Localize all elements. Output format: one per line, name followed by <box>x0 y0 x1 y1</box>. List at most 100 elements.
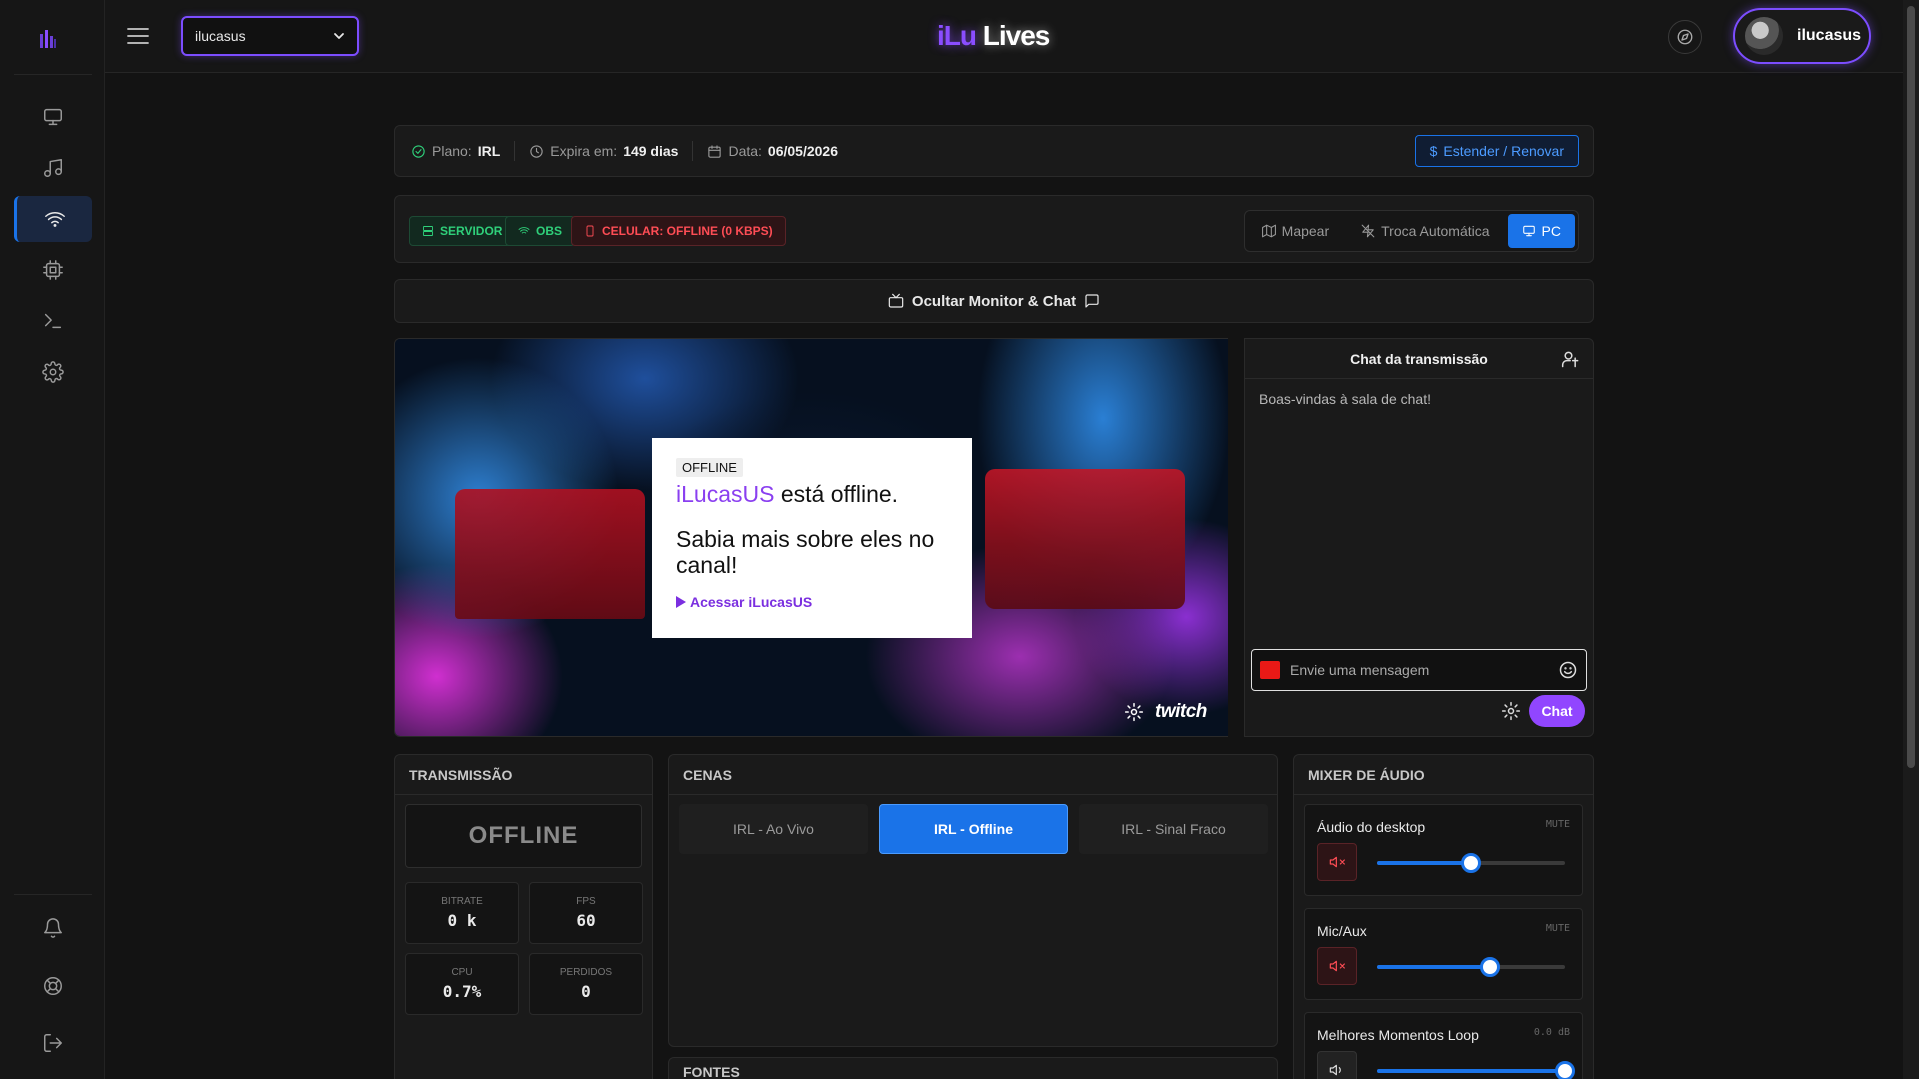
expires-item: Expira em: 149 dias <box>529 143 678 159</box>
sidebar-item-logout[interactable] <box>14 1020 92 1066</box>
terminal-icon <box>44 313 62 329</box>
wifi-icon <box>44 212 65 227</box>
mode-button-auto-switch[interactable]: Troca Automática <box>1347 214 1503 248</box>
sidebar-item-settings[interactable] <box>14 349 92 395</box>
sources-title: FONTES <box>669 1058 1277 1079</box>
stat-label: PERDIDOS <box>559 967 613 978</box>
sidebar-item-support[interactable] <box>14 963 92 1009</box>
channel-name: Áudio do desktop <box>1317 819 1426 835</box>
mute-toggle-button[interactable] <box>1317 947 1357 985</box>
mode-button-map[interactable]: Mapear <box>1248 214 1343 248</box>
stat-value: 0 <box>581 982 591 1001</box>
music-icon <box>44 159 62 177</box>
zap-off-icon <box>1361 224 1375 238</box>
video-camera-icon <box>1260 661 1280 679</box>
mute-toggle-button[interactable] <box>1317 843 1357 881</box>
sidebar <box>0 0 105 1079</box>
stat-cpu: CPU 0.7% <box>405 953 519 1015</box>
stat-label: FPS <box>576 896 596 907</box>
volume-muted-icon <box>1329 960 1345 972</box>
mode-button-pc[interactable]: PC <box>1507 214 1575 248</box>
volume-slider-fill <box>1377 861 1471 865</box>
calendar-icon <box>708 144 722 158</box>
chat-input-placeholder: Envie uma mensagem <box>1290 662 1430 678</box>
stat-value: 60 <box>576 911 596 930</box>
renew-label: Estender / Renovar <box>1443 143 1564 159</box>
app-logo-icon[interactable] <box>38 28 58 50</box>
compass-icon <box>1677 29 1693 45</box>
volume-icon <box>1329 1064 1341 1076</box>
transmission-status: OFFLINE <box>405 804 642 868</box>
mixer-title: MIXER DE ÁUDIO <box>1294 755 1593 795</box>
sidebar-item-notifications[interactable] <box>14 905 92 951</box>
sidebar-divider <box>14 894 92 895</box>
gear-icon[interactable] <box>1501 701 1521 721</box>
bell-icon <box>44 918 62 938</box>
mixer-channel: Mic/Aux MUTE <box>1304 908 1583 1000</box>
renew-button[interactable]: $ Estender / Renovar <box>1414 135 1579 167</box>
server-status-badge[interactable]: SERVIDOR <box>409 216 516 246</box>
chat-message-input[interactable]: Envie uma mensagem <box>1251 649 1587 691</box>
users-icon[interactable] <box>1561 349 1581 369</box>
stat-fps: FPS 60 <box>529 882 643 944</box>
offline-text: está offline. <box>780 481 899 507</box>
dollar-icon: $ <box>1429 143 1438 159</box>
mixer-channel: Melhores Momentos Loop 0.0 dB <box>1304 1012 1583 1079</box>
obs-label: OBS <box>536 224 563 238</box>
visit-channel-link[interactable]: Acessar iLucasUS <box>676 594 948 610</box>
stat-bitrate: BITRATE 0 k <box>405 882 519 944</box>
sidebar-item-terminal[interactable] <box>14 298 92 344</box>
toggle-monitor-chat-button[interactable]: Ocultar Monitor & Chat <box>394 279 1594 323</box>
stat-value: 0.7% <box>442 982 482 1001</box>
obs-status-badge[interactable]: OBS <box>505 216 576 246</box>
scene-button[interactable]: IRL - Ao Vivo <box>679 804 868 854</box>
channel-tag: MUTE <box>1545 819 1570 830</box>
volume-slider[interactable] <box>1377 853 1565 873</box>
mode-label: Mapear <box>1281 223 1330 239</box>
sidebar-item-monitor[interactable] <box>14 94 92 140</box>
volume-slider-knob[interactable] <box>1461 853 1481 873</box>
scenes-title: CENAS <box>669 755 1277 795</box>
page-scrollbar[interactable] <box>1903 0 1919 1079</box>
gear-icon <box>42 361 64 383</box>
compass-button[interactable] <box>1668 20 1702 54</box>
mute-toggle-button[interactable] <box>1317 1051 1357 1079</box>
expires-value: 149 dias <box>623 143 679 159</box>
volume-slider[interactable] <box>1377 957 1565 977</box>
scene-button[interactable]: IRL - Sinal Fraco <box>1079 804 1268 854</box>
volume-slider-knob[interactable] <box>1555 1061 1575 1079</box>
channel-name[interactable]: iLucasUS <box>676 481 774 507</box>
date-value: 06/05/2026 <box>767 143 838 159</box>
logout-icon <box>44 1034 62 1052</box>
scene-button-active[interactable]: IRL - Offline <box>879 804 1068 854</box>
hamburger-menu-icon[interactable] <box>125 24 151 48</box>
chat-send-button[interactable]: Chat <box>1529 695 1585 727</box>
divider <box>692 141 694 161</box>
lifebuoy-icon <box>44 977 62 995</box>
channel-select[interactable]: ilucasus <box>181 16 359 56</box>
user-menu-button[interactable]: ilucasus <box>1733 8 1871 64</box>
offline-message: iLucasUS está offline. <box>676 481 948 508</box>
stat-label: CPU <box>451 967 473 978</box>
sidebar-item-music[interactable] <box>14 145 92 191</box>
divider <box>514 141 516 161</box>
map-icon <box>1261 224 1276 238</box>
brand-logo[interactable]: iLu Lives <box>937 20 1050 52</box>
chat-title: Chat da transmissão <box>1350 350 1488 367</box>
audio-mixer-panel: MIXER DE ÁUDIO Áudio do desktop MUTE Mic… <box>1293 754 1594 1079</box>
gear-icon[interactable] <box>1124 702 1144 722</box>
scrollbar-thumb[interactable] <box>1907 6 1915 768</box>
plan-info-bar: Plano: IRL Expira em: 149 dias Data: 06/… <box>394 125 1594 177</box>
twitch-logo[interactable]: twitch <box>1155 701 1207 723</box>
mode-switcher: Mapear Troca Automática PC <box>1243 210 1579 252</box>
sidebar-item-wifi[interactable] <box>14 196 92 242</box>
phone-status-badge[interactable]: CELULAR: OFFLINE (0 KBPS) <box>571 216 786 246</box>
volume-slider-knob[interactable] <box>1479 957 1500 977</box>
sidebar-item-chip[interactable] <box>14 247 92 293</box>
volume-slider[interactable] <box>1377 1061 1575 1079</box>
tv-icon <box>888 293 904 308</box>
avatar <box>1745 17 1783 55</box>
emoji-icon[interactable] <box>1558 660 1578 680</box>
stream-player[interactable]: OFFLINE iLucasUS está offline. Sabia mai… <box>394 338 1228 737</box>
transmission-title: TRANSMISSÃO <box>395 755 652 795</box>
